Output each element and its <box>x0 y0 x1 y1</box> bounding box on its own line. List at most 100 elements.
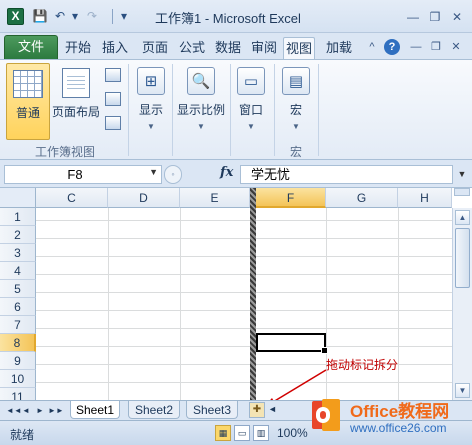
grid-sheet-icon <box>13 70 43 98</box>
row-header[interactable]: 6 <box>0 298 36 316</box>
row-header[interactable]: 11 <box>0 388 36 400</box>
prev-sheet-icon[interactable]: ◄ <box>20 404 32 418</box>
ribbon: 普通 页面布局 工作簿视图 ⊞ 显示 ▼ 🔍 显示比例 ▼ ▭ 窗口 ▼ ▤ 宏… <box>0 59 472 160</box>
normal-view-label: 普通 <box>15 106 40 120</box>
full-screen-icon[interactable] <box>105 116 121 130</box>
sheet-tab-sheet1[interactable]: Sheet1 <box>70 401 120 419</box>
normal-view-status-icon[interactable]: ▦ <box>215 425 231 441</box>
select-all-corner[interactable] <box>0 188 36 208</box>
tab-view[interactable]: 视图 <box>283 37 315 59</box>
column-header-c[interactable]: C <box>36 188 108 208</box>
tab-formulas[interactable]: 公式 <box>177 37 207 59</box>
show-label: 显示 <box>138 103 163 117</box>
minimize-icon[interactable]: — <box>402 8 424 26</box>
column-header-f[interactable]: F <box>256 188 326 208</box>
row-header[interactable]: 10 <box>0 370 36 388</box>
restore-icon[interactable]: ❐ <box>424 8 446 26</box>
tab-page-layout[interactable]: 页面布 <box>136 37 174 59</box>
tab-review[interactable]: 审阅 <box>249 37 279 59</box>
active-cell-f8[interactable] <box>256 333 328 354</box>
tab-insert[interactable]: 插入 <box>99 37 131 59</box>
first-sheet-icon[interactable]: ◄◄ <box>6 404 22 418</box>
column-header-g[interactable]: G <box>326 188 398 208</box>
tab-home[interactable]: 开始 <box>63 37 93 59</box>
redo-icon[interactable]: ↷ <box>84 8 100 25</box>
sheet-tab-sheet2[interactable]: Sheet2 <box>128 401 180 419</box>
page-break-status-icon[interactable]: ▥ <box>253 425 269 441</box>
doc-restore-icon[interactable]: ❐ <box>428 39 444 55</box>
row-header[interactable]: 5 <box>0 280 36 298</box>
help-icon[interactable]: ? <box>384 39 400 55</box>
status-ready: 就绪 <box>10 428 35 442</box>
tab-data[interactable]: 数据 <box>212 37 244 59</box>
page-layout-icon <box>62 68 90 98</box>
watermark-title: Office教程网 <box>350 402 450 421</box>
formula-bar-handle-icon[interactable]: ◦ <box>164 165 182 184</box>
row-header[interactable]: 9 <box>0 352 36 370</box>
formula-input[interactable]: 学无忧 <box>240 165 453 184</box>
minimize-ribbon-icon[interactable]: ^ <box>364 39 380 55</box>
watermark: Office教程网 www.office26.com <box>308 395 472 445</box>
formula-bar: F8 ▼ ◦ fx 学无忧 ▼ <box>0 160 472 188</box>
close-icon[interactable]: ✕ <box>446 8 468 26</box>
window-button[interactable]: ▭ 窗口 ▼ <box>233 63 269 140</box>
save-icon[interactable]: 💾 <box>32 8 48 25</box>
macro-label: 宏 <box>289 103 302 117</box>
vertical-split-bar[interactable] <box>250 188 256 400</box>
group-separator <box>318 64 319 156</box>
zoom-label: 显示比例 <box>176 103 225 117</box>
column-header-e[interactable]: E <box>180 188 250 208</box>
doc-close-icon[interactable]: ✕ <box>448 39 464 55</box>
row-header[interactable]: 1 <box>0 208 36 226</box>
zoom-button[interactable]: 🔍 显示比例 ▼ <box>175 63 227 140</box>
row-header[interactable]: 7 <box>0 316 36 334</box>
office-logo-icon <box>312 399 340 431</box>
group-separator <box>274 64 275 156</box>
group-separator <box>128 64 129 156</box>
chevron-down-icon[interactable]: ▼ <box>149 167 158 177</box>
scrollbar-thumb[interactable] <box>455 228 470 288</box>
group-label-macros: 宏 <box>290 145 303 159</box>
column-header-h[interactable]: H <box>398 188 452 208</box>
group-separator <box>172 64 173 156</box>
show-icon: ⊞ <box>137 67 165 95</box>
undo-dropdown-icon[interactable]: ▾ <box>70 8 80 25</box>
page-break-preview-icon[interactable] <box>105 68 121 82</box>
scroll-up-arrow-icon[interactable]: ▲ <box>455 210 470 225</box>
custom-views-icon[interactable] <box>105 92 121 106</box>
gridline <box>180 208 181 400</box>
horizontal-split-handle[interactable] <box>454 188 470 196</box>
macro-button[interactable]: ▤ 宏 ▼ <box>279 63 313 140</box>
last-sheet-icon[interactable]: ►► <box>48 404 64 418</box>
column-header-d[interactable]: D <box>108 188 180 208</box>
zoom-magnifier-icon: 🔍 <box>187 67 215 95</box>
row-header[interactable]: 3 <box>0 244 36 262</box>
show-button[interactable]: ⊞ 显示 ▼ <box>132 63 170 140</box>
customize-qat-icon[interactable]: ▾ <box>118 8 130 25</box>
insert-function-icon[interactable]: fx <box>220 165 233 180</box>
excel-app-icon[interactable]: X <box>7 8 24 25</box>
insert-sheet-icon[interactable]: ✚ <box>249 402 265 418</box>
expand-formula-bar-icon[interactable]: ▼ <box>456 165 468 184</box>
doc-minimize-icon[interactable]: — <box>408 39 424 55</box>
undo-icon[interactable]: ↶ <box>52 8 68 25</box>
row-header-selected[interactable]: 8 <box>0 334 36 352</box>
tab-split-handle-icon[interactable]: ◄ <box>268 404 277 414</box>
zoom-level[interactable]: 100% <box>277 426 308 440</box>
chevron-down-icon: ▼ <box>292 122 300 131</box>
macro-icon: ▤ <box>282 67 310 95</box>
worksheet-grid[interactable]: C D E F G H 1 2 3 4 5 6 7 8 9 10 11 ▲ ▼ <box>0 188 472 400</box>
tab-addins[interactable]: 加载项 <box>320 37 358 59</box>
tab-file[interactable]: 文件 <box>4 35 58 59</box>
row-header[interactable]: 4 <box>0 262 36 280</box>
gridline <box>398 208 399 400</box>
row-header[interactable]: 2 <box>0 226 36 244</box>
next-sheet-icon[interactable]: ► <box>34 404 46 418</box>
normal-view-button[interactable]: 普通 <box>6 63 50 140</box>
window-title: 工作簿1 - Microsoft Excel <box>155 11 301 26</box>
vertical-scrollbar[interactable]: ▲ ▼ <box>452 208 472 400</box>
name-box[interactable]: F8 ▼ <box>4 165 162 184</box>
sheet-tab-sheet3[interactable]: Sheet3 <box>186 401 238 419</box>
page-layout-status-icon[interactable]: ▭ <box>234 425 250 441</box>
page-layout-button[interactable]: 页面布局 <box>51 63 101 140</box>
